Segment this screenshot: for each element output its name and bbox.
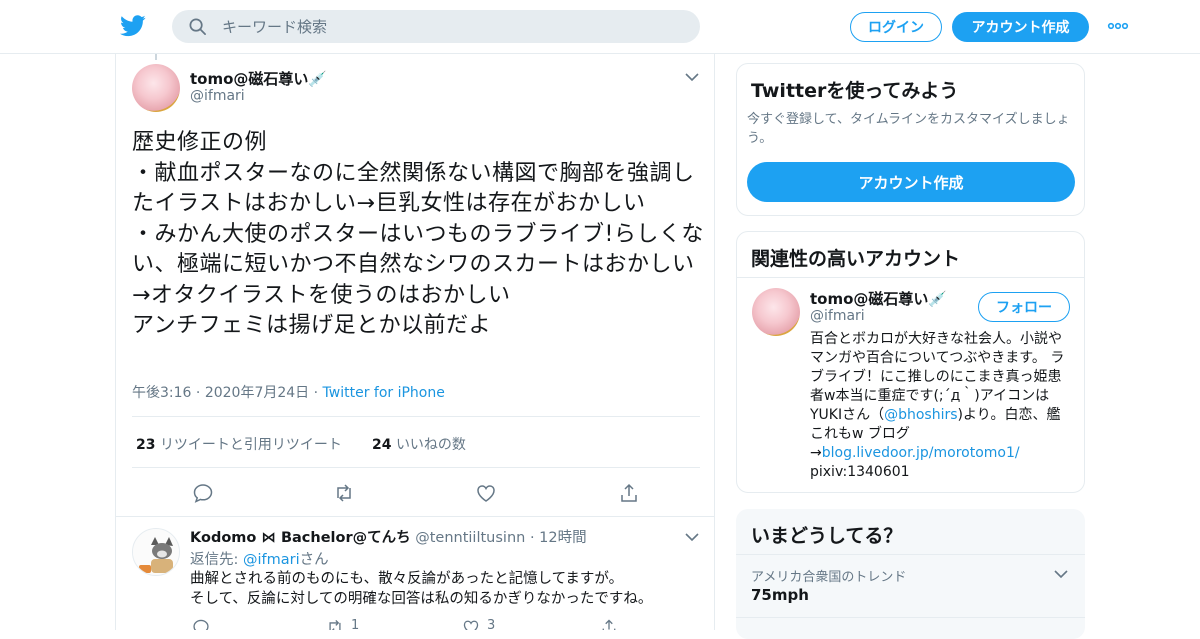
divider bbox=[116, 516, 714, 517]
signup-card-title: Twitterを使ってみよう bbox=[751, 80, 959, 102]
like-heart-icon[interactable] bbox=[462, 618, 480, 630]
top-navigation-bar: ログイン アカウント作成 bbox=[0, 0, 1200, 54]
avatar[interactable] bbox=[752, 288, 800, 336]
divider bbox=[736, 617, 1085, 618]
reply-retweet-count: 1 bbox=[351, 618, 360, 630]
thread-connector-line bbox=[155, 54, 157, 60]
likes-count: 24 bbox=[372, 437, 392, 453]
reply-to-suffix: さん bbox=[299, 552, 329, 568]
retweet-icon[interactable] bbox=[326, 618, 344, 630]
related-account-name[interactable]: tomo@磁石尊い💉 bbox=[810, 288, 947, 309]
divider bbox=[736, 554, 1085, 555]
retweet-icon[interactable] bbox=[333, 482, 355, 504]
tweet-timestamp: 午後3:16 · 2020年7月24日 · Twitter for iPhone bbox=[132, 385, 445, 401]
follow-button[interactable]: フォロー bbox=[978, 292, 1070, 322]
related-accounts-card: 関連性の高いアカウント tomo@磁石尊い💉 @ifmari フォロー 百合とボ… bbox=[736, 231, 1085, 493]
chevron-down-icon[interactable] bbox=[685, 532, 699, 542]
signup-card-button[interactable]: アカウント作成 bbox=[747, 162, 1075, 202]
divider bbox=[737, 277, 1084, 278]
likes-label: いいねの数 bbox=[395, 437, 466, 453]
wolf-character-avatar-icon bbox=[133, 529, 179, 575]
retweets-label: リツイートと引用リツイート bbox=[159, 437, 342, 453]
search-box bbox=[172, 10, 700, 43]
reply-author-handle[interactable]: @tenntiiltusinn bbox=[415, 530, 525, 546]
reply-to-prefix: 返信先: bbox=[190, 552, 243, 568]
related-account-handle[interactable]: @ifmari bbox=[810, 308, 865, 324]
reply-to-line: 返信先: @ifmariさん bbox=[190, 548, 329, 569]
related-accounts-title: 関連性の高いアカウント bbox=[751, 248, 961, 270]
avatar[interactable] bbox=[132, 64, 180, 112]
reply-icon[interactable] bbox=[192, 618, 210, 630]
signup-card-description: 今すぐ登録して、タイムラインをカスタマイズしましょう。 bbox=[747, 112, 1070, 146]
reply-author[interactable]: Kodomo ⋈ Bachelor@てんち @tenntiiltusinn · … bbox=[190, 526, 587, 547]
reply-text: 曲解とされる前のものにも、散々反論があったと記憶してますが。 そして、反論に対し… bbox=[190, 569, 700, 609]
tweet-author-handle[interactable]: @ifmari bbox=[190, 88, 245, 104]
signup-prompt-card: Twitterを使ってみよう 今すぐ登録して、タイムラインをカスタマイズしましょ… bbox=[736, 63, 1085, 216]
trends-title: いまどうしてる？ bbox=[751, 525, 903, 547]
more-options-icon[interactable] bbox=[1107, 18, 1129, 34]
reply-author-name[interactable]: Kodomo ⋈ Bachelor@てんち bbox=[190, 530, 411, 546]
reply-like-count: 3 bbox=[487, 618, 496, 630]
tweet-time[interactable]: 午後3:16 bbox=[132, 385, 191, 401]
bio-mention-link[interactable]: @bhoshirs bbox=[884, 407, 957, 423]
twitter-bird-logo-icon[interactable] bbox=[120, 14, 146, 38]
search-input[interactable] bbox=[222, 10, 682, 43]
search-icon bbox=[189, 18, 206, 35]
share-icon[interactable] bbox=[618, 482, 640, 504]
trend-context: アメリカ合衆国のトレンド bbox=[751, 570, 907, 585]
signup-button[interactable]: アカウント作成 bbox=[952, 12, 1089, 42]
tweet-column: tomo@磁石尊い💉 @ifmari 歴史修正の例 ・献血ポスターなのに全然関係… bbox=[115, 54, 715, 630]
avatar[interactable] bbox=[132, 528, 180, 576]
tweet-stats: 23 リツイートと引用リツイート 24 いいねの数 bbox=[132, 416, 700, 468]
reply-to-handle-link[interactable]: @ifmari bbox=[243, 552, 300, 568]
like-heart-icon[interactable] bbox=[475, 482, 497, 504]
reply-icon[interactable] bbox=[192, 482, 214, 504]
bio-blog-link[interactable]: blog.livedoor.jp/morotomo1/ bbox=[822, 445, 1020, 461]
related-account-bio: 百合とボカロが大好きな社会人。小説やマンガや百合についてつぶやきます。 ラブライ… bbox=[810, 330, 1072, 482]
tweet-source-link[interactable]: Twitter for iPhone bbox=[323, 385, 445, 401]
share-icon[interactable] bbox=[600, 618, 618, 630]
reply-text-line: そして、反論に対しての明確な回答は私の知るかぎりなかったですね。 bbox=[190, 591, 653, 607]
likes-stat[interactable]: 24 いいねの数 bbox=[372, 434, 466, 454]
trends-card: いまどうしてる？ アメリカ合衆国のトレンド 75mph bbox=[736, 509, 1085, 639]
tweet-text: 歴史修正の例 ・献血ポスターなのに全然関係ない構図で胸部を強調したイラストはおか… bbox=[132, 130, 704, 338]
tweet-date[interactable]: 2020年7月24日 bbox=[205, 385, 309, 401]
reply-time[interactable]: 12時間 bbox=[539, 530, 586, 546]
bio-text: pixiv:1340601 bbox=[810, 464, 910, 480]
chevron-down-icon[interactable] bbox=[685, 72, 699, 82]
retweets-count: 23 bbox=[136, 437, 156, 453]
reply-actions: 1 3 bbox=[190, 614, 690, 630]
login-button[interactable]: ログイン bbox=[850, 12, 942, 42]
chevron-down-icon[interactable] bbox=[1054, 569, 1068, 579]
retweets-stat[interactable]: 23 リツイートと引用リツイート bbox=[136, 434, 342, 454]
tweet-actions bbox=[116, 468, 714, 518]
reply-text-line: 曲解とされる前のものにも、散々反論があったと記憶してますが。 bbox=[190, 571, 624, 587]
tweet-author-name[interactable]: tomo@磁石尊い💉 bbox=[190, 68, 327, 89]
trend-item[interactable]: 75mph bbox=[751, 586, 809, 604]
